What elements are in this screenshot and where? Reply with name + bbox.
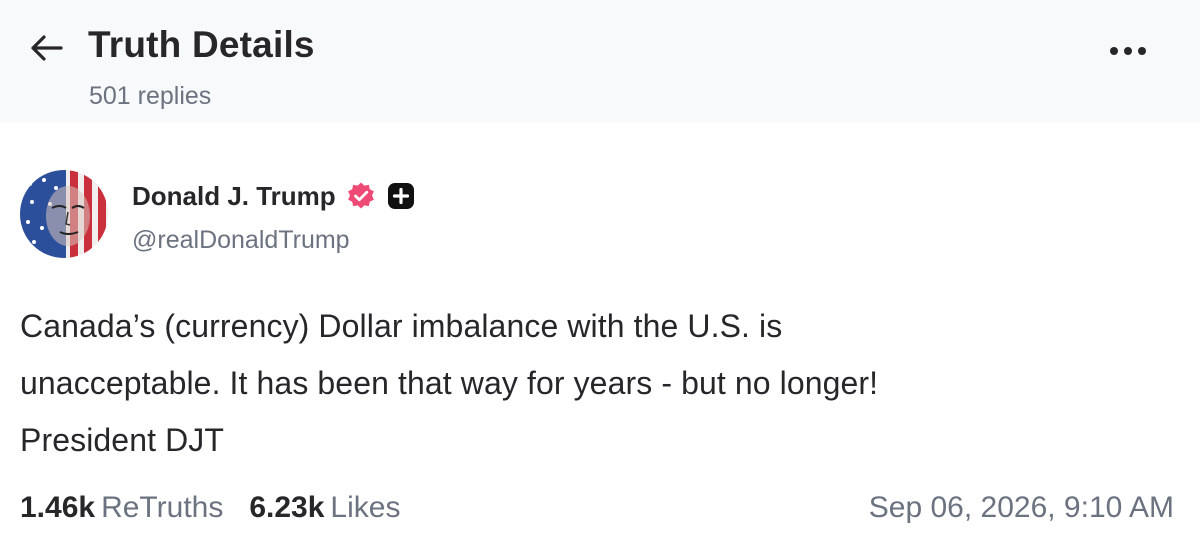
likes-count: 6.23k (249, 491, 325, 524)
post-stats: 1.46k ReTruths 6.23k Likes (20, 488, 400, 528)
verified-badge-icon (347, 182, 374, 209)
avatar[interactable] (20, 170, 108, 258)
post-line: President DJT (20, 422, 225, 458)
retruths-stat[interactable]: 1.46k ReTruths (20, 491, 223, 525)
page-title: Truth Details (88, 24, 315, 65)
post-timestamp: Sep 06, 2026, 9:10 AM (868, 491, 1174, 524)
author-name[interactable]: Donald J. Trump (132, 181, 336, 212)
post-line: Canada’s (currency) Dollar imbalance wit… (20, 308, 783, 344)
author-handle[interactable]: @realDonaldTrump (132, 226, 350, 255)
more-options-button[interactable] (1102, 36, 1154, 66)
back-button[interactable] (24, 28, 68, 68)
retruths-count: 1.46k (20, 491, 96, 524)
more-dot (1124, 47, 1132, 55)
likes-label: Likes (330, 491, 401, 524)
plus-badge-icon (387, 183, 414, 209)
post-line: unacceptable. It has been that way for y… (20, 365, 879, 401)
page-header: Truth Details 501 replies (0, 0, 1200, 122)
retruths-label: ReTruths (101, 491, 224, 524)
arrow-left-icon (31, 35, 63, 61)
more-horizontal-icon (1110, 47, 1118, 55)
author-row: Donald J. Trump (132, 178, 416, 214)
reply-count: 501 replies (89, 82, 212, 110)
post-text: Canada’s (currency) Dollar imbalance wit… (20, 298, 1140, 469)
likes-stat[interactable]: 6.23k Likes (249, 491, 400, 525)
avatar-image (20, 170, 108, 258)
more-dot (1138, 47, 1146, 55)
